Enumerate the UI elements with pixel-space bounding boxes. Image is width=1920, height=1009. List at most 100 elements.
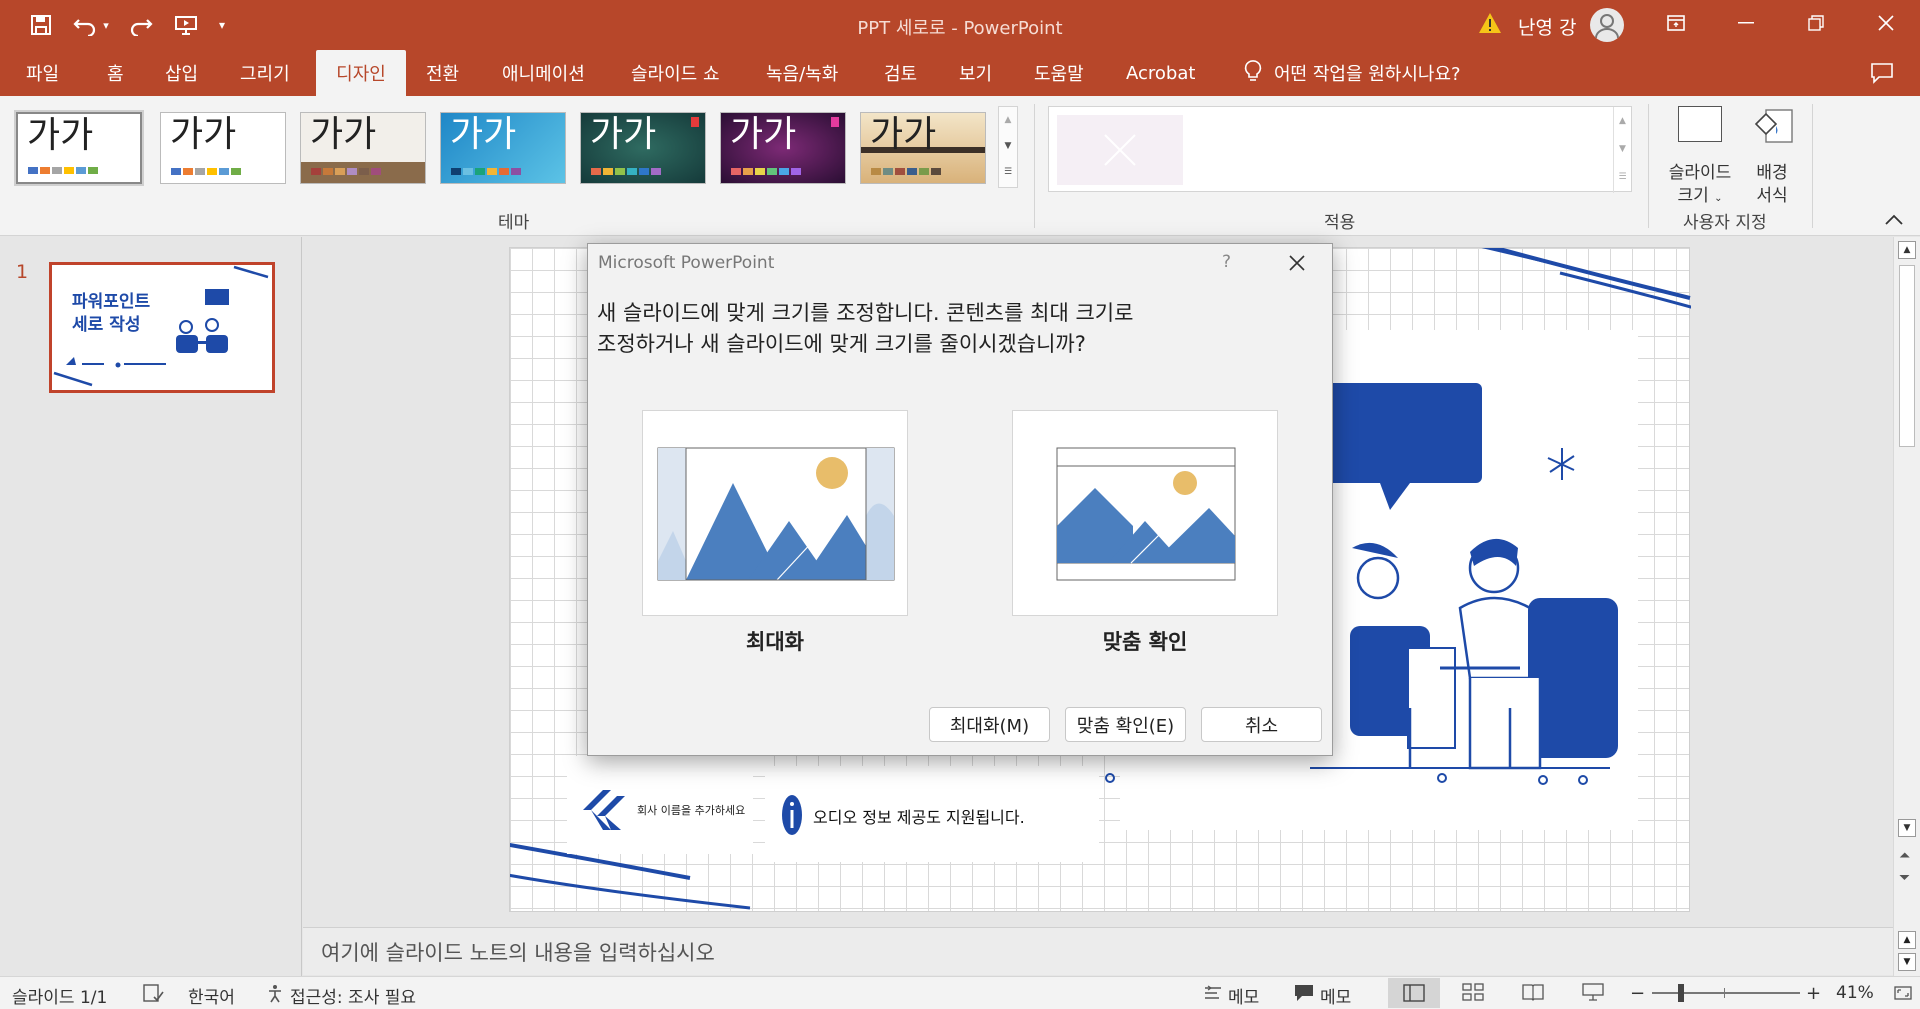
theme-parcel[interactable]: 가가	[860, 112, 986, 184]
variants-gallery[interactable]: ▲ ▼ ☰	[1048, 106, 1632, 193]
fit-slide-icon[interactable]	[1893, 983, 1913, 1008]
ribbon-design: 가가 가가 가가 가가 가가 가가 가가 ▲ ▼ ☰ 테마 ▲ ▼ ☰ 적용 슬…	[0, 96, 1920, 236]
normal-view-button[interactable]	[1388, 978, 1440, 1008]
title-bar: ▾ ▾ PPT 세로로 - PowerPoint 난영 강	[0, 0, 1920, 50]
dialog-help-button[interactable]: ?	[1222, 252, 1231, 272]
reading-view-icon[interactable]	[1522, 983, 1544, 1006]
notes-pane[interactable]: 여기에 슬라이드 노트의 내용을 입력하십시오	[303, 927, 1895, 975]
theme-office[interactable]: 가가	[14, 110, 144, 186]
theme-ion[interactable]: 가가	[440, 112, 566, 184]
notes-scroll-down-icon[interactable]: ▼	[1898, 953, 1916, 971]
slide-size-button[interactable]: 슬라이드 크기 ⌄	[1660, 104, 1740, 206]
tab-acrobat[interactable]: Acrobat	[1126, 50, 1195, 96]
tab-home[interactable]: 홈	[107, 50, 124, 96]
company-logo-icon	[583, 790, 625, 830]
slide-sorter-icon[interactable]	[1462, 983, 1484, 1006]
slideshow-view-icon[interactable]	[1582, 983, 1604, 1006]
slide-size-icon	[1678, 106, 1722, 142]
tell-me-label: 어떤 작업을 원하시나요?	[1274, 64, 1461, 85]
lightbulb-icon	[1244, 59, 1262, 88]
tab-design[interactable]: 디자인	[316, 50, 406, 96]
tab-help[interactable]: 도움말	[1034, 50, 1084, 96]
theme-board[interactable]: 가가	[580, 112, 706, 184]
theme-berlin[interactable]: 가가	[720, 112, 846, 184]
tab-review[interactable]: 검토	[884, 50, 917, 96]
theme-sample-text: 가가	[730, 114, 797, 155]
notes-toggle[interactable]: 메모	[1204, 983, 1259, 1008]
slide-thumbnail[interactable]: 파워포인트 세로 작성	[49, 262, 275, 393]
company-logo-box[interactable]: 회사 이름을 추가하세요	[567, 756, 753, 854]
tab-insert[interactable]: 삽입	[165, 50, 198, 96]
group-label-customize: 사용자 지정	[1683, 213, 1767, 233]
window-title: PPT 세로로 - PowerPoint	[857, 18, 1063, 39]
avatar[interactable]	[1590, 8, 1624, 42]
audio-info-box[interactable]: 오디오 정보 제공도 지원됩니다.	[765, 766, 1099, 862]
group-label-variants: 적용	[1324, 213, 1356, 233]
maximize-button[interactable]: 최대화(M)	[929, 707, 1050, 742]
normal-view-icon	[1403, 984, 1425, 1002]
vertical-scrollbar[interactable]: ▲ ▼ ⏶ ⏷	[1893, 237, 1920, 927]
maximize-preview-icon	[657, 447, 895, 581]
tab-record[interactable]: 녹음/녹화	[766, 50, 838, 96]
close-icon	[1289, 255, 1305, 271]
scroll-up-icon[interactable]: ▲	[1898, 241, 1916, 259]
theme-sample-text: 가가	[590, 114, 657, 155]
comments-icon[interactable]	[1870, 62, 1894, 88]
accessibility-checker[interactable]: 접근성: 조사 필요	[266, 983, 416, 1008]
status-bar: 슬라이드 1/1 한국어 접근성: 조사 필요 메모 메모 − + 41%	[0, 976, 1920, 1009]
tab-file[interactable]: 파일	[26, 50, 59, 96]
zoom-slider[interactable]	[1652, 984, 1800, 1002]
ensure-fit-option-card[interactable]	[1012, 410, 1278, 616]
company-name-text: 회사 이름을 추가하세요	[637, 804, 746, 817]
tab-slideshow[interactable]: 슬라이드 쇼	[631, 50, 720, 96]
zoom-level[interactable]: 41%	[1836, 983, 1874, 1003]
tell-me-search[interactable]: 어떤 작업을 원하시나요?	[1244, 50, 1461, 96]
zoom-out-icon[interactable]: −	[1630, 983, 1645, 1004]
format-background-label: 배경	[1756, 163, 1788, 183]
notes-scrollbar[interactable]: ▲ ▼	[1893, 927, 1920, 976]
notes-toggle-label: 메모	[1228, 988, 1260, 1008]
cancel-button[interactable]: 취소	[1201, 707, 1322, 742]
warning-icon[interactable]	[1478, 12, 1502, 38]
variant-thumbnail[interactable]	[1057, 115, 1183, 185]
dialog-title: Microsoft PowerPoint	[598, 253, 775, 273]
user-name[interactable]: 난영 강	[1518, 13, 1576, 40]
slide-counter: 슬라이드 1/1	[12, 988, 108, 1008]
collapse-ribbon-icon[interactable]	[1884, 210, 1904, 231]
dialog-close-button[interactable]	[1288, 254, 1306, 276]
restore-button[interactable]	[1780, 0, 1852, 46]
ensure-fit-preview-icon	[1056, 447, 1236, 581]
notes-placeholder[interactable]: 여기에 슬라이드 노트의 내용을 입력하십시오	[321, 937, 715, 967]
spellcheck-icon[interactable]	[142, 983, 164, 1008]
tab-transitions[interactable]: 전환	[426, 50, 459, 96]
zoom-in-icon[interactable]: +	[1806, 983, 1821, 1004]
tab-view[interactable]: 보기	[959, 50, 992, 96]
format-background-label-2: 서식	[1756, 186, 1788, 206]
themes-gallery-scroll[interactable]: ▲ ▼ ☰	[998, 106, 1018, 188]
next-slide-icon[interactable]: ⏷	[1899, 869, 1910, 887]
previous-slide-icon[interactable]: ⏶	[1899, 847, 1910, 865]
minimize-button[interactable]	[1710, 0, 1782, 46]
maximize-option-label[interactable]: 최대화	[642, 626, 908, 656]
zoom-slider-thumb[interactable]	[1678, 984, 1684, 1002]
maximize-option-card[interactable]	[642, 410, 908, 616]
ensure-fit-option-label[interactable]: 맞춤 확인	[1012, 626, 1278, 656]
theme-office-2[interactable]: 가가	[160, 112, 286, 184]
language-indicator[interactable]: 한국어	[188, 983, 235, 1008]
comments-toggle[interactable]: 메모	[1294, 983, 1351, 1008]
ribbon-display-options-icon[interactable]	[1640, 0, 1712, 46]
format-background-button[interactable]: 배경 서식	[1744, 104, 1800, 206]
scroll-thumb[interactable]	[1899, 265, 1915, 447]
close-button[interactable]	[1850, 0, 1920, 46]
ensure-fit-button[interactable]: 맞춤 확인(E)	[1065, 707, 1186, 742]
theme-sample-text: 가가	[170, 114, 237, 155]
comments-toggle-label: 메모	[1320, 988, 1352, 1008]
theme-sample-text: 가가	[450, 114, 517, 155]
tab-draw[interactable]: 그리기	[240, 50, 290, 96]
theme-wood[interactable]: 가가	[300, 112, 426, 184]
notes-icon	[1204, 985, 1222, 1006]
tab-animations[interactable]: 애니메이션	[502, 50, 585, 96]
notes-scroll-up-icon[interactable]: ▲	[1898, 931, 1916, 949]
scroll-down-icon[interactable]: ▼	[1898, 819, 1916, 837]
accessibility-icon	[266, 983, 286, 1008]
